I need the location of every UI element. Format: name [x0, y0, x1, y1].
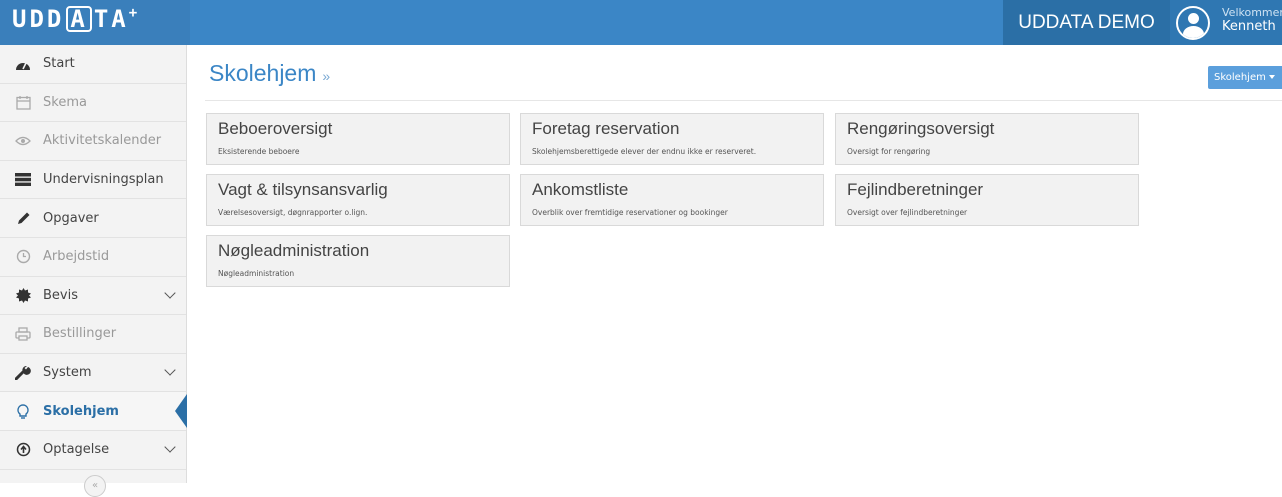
pencil-icon: [14, 209, 32, 227]
sidebar-item-label: Start: [43, 56, 75, 72]
sidebar-item-opgaver[interactable]: Opgaver: [0, 199, 186, 238]
sidebar-item-label: Skolehjem: [43, 403, 119, 419]
sidebar-item-label: Optagelse: [43, 442, 110, 458]
top-header: UDD A TA+ UDDATA DEMO Velkommen Kenneth: [0, 0, 1282, 45]
printer-icon: [14, 325, 32, 343]
sidebar-item-label: Opgaver: [43, 210, 99, 226]
welcome-username: Kenneth: [1222, 19, 1276, 34]
sidebar-item-label: Aktivitetskalender: [43, 133, 162, 149]
tile-subtitle: Eksisterende beboere: [218, 147, 300, 156]
list-icon: [14, 171, 32, 189]
clock-icon: [14, 248, 32, 266]
sidebar-item-aktivitetskalender[interactable]: Aktivitetskalender: [0, 122, 186, 161]
tile-vagt-tilsynsansvarlig[interactable]: Vagt & tilsynsansvarlig Værelsesoversigt…: [206, 174, 510, 226]
user-avatar-icon[interactable]: [1176, 6, 1210, 40]
tile-ankomstliste[interactable]: Ankomstliste Overblik over fremtidige re…: [520, 174, 824, 226]
tile-subtitle: Oversigt for rengøring: [847, 147, 931, 156]
breadcrumb-separator: »: [322, 68, 331, 84]
sidebar-item-system[interactable]: System: [0, 354, 186, 393]
dashboard-icon: [14, 55, 32, 73]
sidebar-item-label: System: [43, 365, 92, 381]
uddata-logo[interactable]: UDD A TA+: [12, 4, 140, 34]
welcome-text: Velkommen Kenneth: [1222, 6, 1282, 34]
sidebar-item-skolehjem[interactable]: Skolehjem: [0, 392, 187, 431]
chevron-down-icon[interactable]: [164, 441, 176, 453]
sidebar-item-arbejdstid[interactable]: Arbejdstid: [0, 238, 186, 277]
tile-noegleadministration[interactable]: Nøgleadministration Nøgleadministration: [206, 235, 510, 287]
tile-title: Beboeroversigt: [218, 119, 333, 138]
divider: [205, 100, 1282, 101]
calendar-icon: [14, 93, 32, 111]
tile-title: Ankomstliste: [532, 180, 629, 199]
sidebar-item-label: Bestillinger: [43, 326, 117, 342]
sidebar-item-bestillinger[interactable]: Bestillinger: [0, 315, 186, 354]
sidebar-item-undervisningsplan[interactable]: Undervisningsplan: [0, 161, 186, 200]
active-indicator: [175, 394, 187, 429]
tile-title: Fejlindberetninger: [847, 180, 984, 199]
skolehjem-dropdown-button[interactable]: Skolehjem: [1208, 66, 1282, 89]
sidebar-item-bevis[interactable]: Bevis: [0, 277, 186, 316]
logo-area[interactable]: UDD A TA+: [0, 0, 190, 45]
tile-title: Vagt & tilsynsansvarlig: [218, 180, 388, 199]
wrench-icon: [14, 364, 32, 382]
tile-beboeroversigt[interactable]: Beboeroversigt Eksisterende beboere: [206, 113, 510, 165]
welcome-greeting: Velkommen: [1222, 6, 1282, 19]
eye-icon: [14, 132, 32, 150]
tile-fejlindberetninger[interactable]: Fejlindberetninger Oversigt over fejlind…: [835, 174, 1139, 226]
caret-down-icon: [1268, 75, 1275, 79]
institution-label: UDDATA DEMO: [1003, 0, 1170, 45]
lightbulb-icon: [14, 402, 32, 420]
tile-rengoeringsoversigt[interactable]: Rengøringsoversigt Oversigt for rengørin…: [835, 113, 1139, 165]
tile-subtitle: Oversigt over fejlindberetninger: [847, 208, 968, 217]
tile-title: Rengøringsoversigt: [847, 119, 995, 138]
sidebar-item-label: Bevis: [43, 287, 78, 303]
tile-title: Foretag reservation: [532, 119, 680, 138]
sidebar-item-start[interactable]: Start: [0, 45, 186, 84]
sidebar-item-label: Arbejdstid: [43, 249, 110, 265]
sidebar-item-skema[interactable]: Skema: [0, 84, 186, 123]
tile-subtitle: Overblik over fremtidige reservationer o…: [532, 208, 728, 217]
tile-foretag-reservation[interactable]: Foretag reservation Skolehjemsberettiged…: [520, 113, 824, 165]
arrow-up-circle-icon: [14, 441, 32, 459]
certificate-icon: [14, 286, 32, 304]
tile-subtitle: Værelsesoversigt, døgnrapporter o.lign.: [218, 208, 368, 217]
sidebar: Start Skema Aktivitetskalender Undervisn…: [0, 45, 187, 497]
tile-subtitle: Skolehjemsberettigede elever der endnu i…: [532, 147, 757, 156]
chevron-down-icon[interactable]: [164, 364, 176, 376]
sidebar-collapse-button[interactable]: «: [84, 475, 106, 497]
tile-subtitle: Nøgleadministration: [218, 269, 295, 278]
chevron-down-icon[interactable]: [164, 286, 176, 299]
tile-title: Nøgleadministration: [218, 241, 370, 260]
user-menu[interactable]: Velkommen Kenneth: [1170, 0, 1282, 45]
sidebar-item-label: Skema: [43, 94, 87, 110]
sidebar-item-optagelse[interactable]: Optagelse: [0, 431, 186, 470]
sidebar-item-label: Undervisningsplan: [43, 172, 164, 188]
page-title: Skolehjem»: [209, 60, 331, 86]
